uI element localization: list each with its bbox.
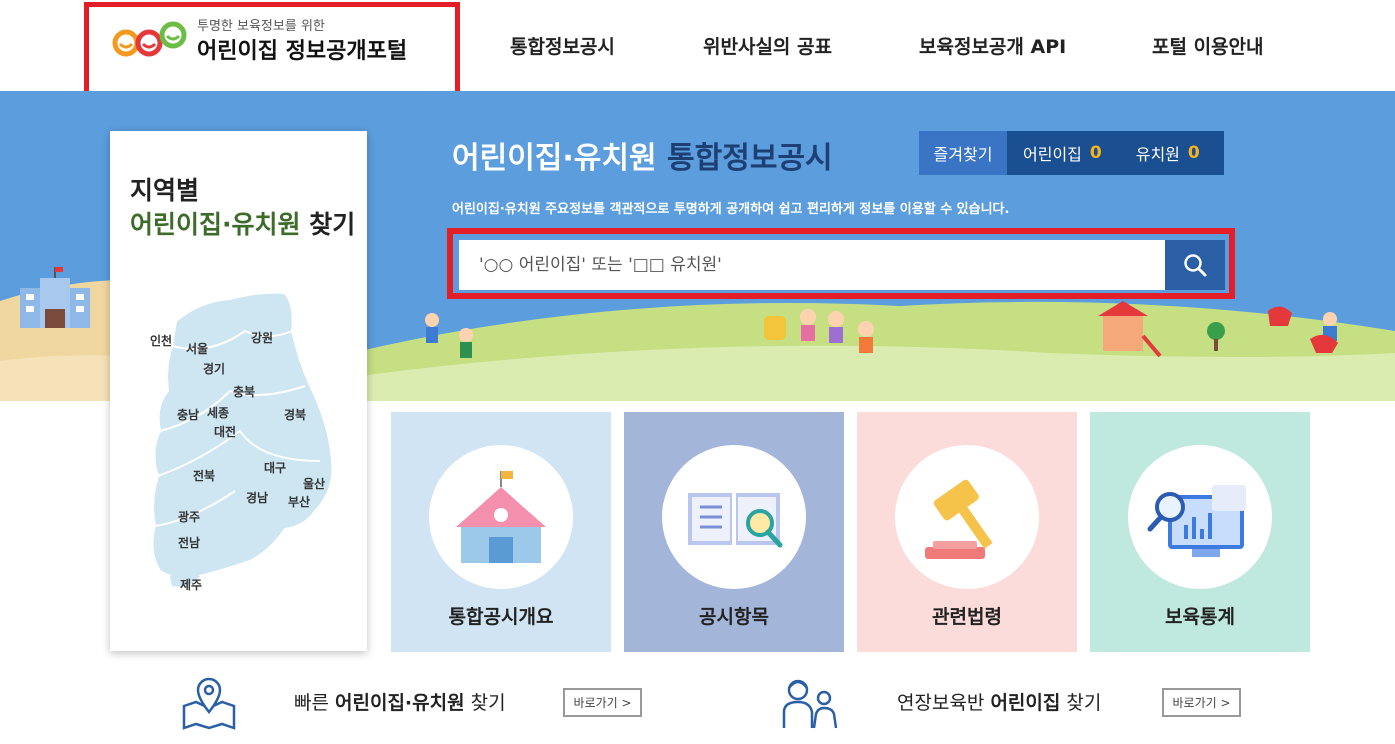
region-daegu[interactable]: 대구 bbox=[264, 459, 286, 476]
region-gyeongnam[interactable]: 경남 bbox=[246, 489, 268, 506]
quick-find-pre: 빠른 bbox=[294, 692, 335, 714]
region-chungbuk[interactable]: 충북 bbox=[233, 383, 255, 400]
open-book-magnifier-icon bbox=[688, 493, 783, 548]
nav-open-api[interactable]: 보육정보공개 API bbox=[919, 32, 1066, 59]
card-disclosure-overview[interactable]: 통합공시개요 bbox=[391, 412, 611, 652]
region-busan[interactable]: 부산 bbox=[288, 493, 310, 510]
card-label: 보육통계 bbox=[1165, 606, 1235, 628]
search-icon bbox=[1184, 254, 1207, 277]
favorites-daycare-label[interactable]: 어린이집 bbox=[1023, 141, 1082, 165]
region-gwangju[interactable]: 광주 bbox=[178, 508, 200, 525]
favorites-kinder-count[interactable]: 0 bbox=[1188, 143, 1200, 163]
favorites-bar: 즐겨찾기 어린이집 0 유치원 0 bbox=[919, 131, 1224, 175]
school-illustration bbox=[20, 267, 90, 328]
region-jeonnam[interactable]: 전남 bbox=[178, 534, 200, 551]
logo-title: 어린이집 정보공개포털 bbox=[197, 39, 408, 64]
card-label: 관련법령 bbox=[932, 606, 1002, 628]
site-header: 투명한 보육정보를 위한 어린이집 정보공개포털 통합정보공시 위반사실의 공표… bbox=[0, 0, 1395, 96]
logo-link[interactable]: 투명한 보육정보를 위한 어린이집 정보공개포털 bbox=[84, 2, 460, 96]
quick-find-label: 빠른 어린이집·유치원 찾기 bbox=[294, 688, 506, 715]
region-incheon[interactable]: 인천 bbox=[150, 332, 172, 349]
gavel-icon bbox=[925, 479, 993, 559]
quick-find-go-button[interactable]: 바로가기 > bbox=[563, 688, 642, 717]
region-daejeon[interactable]: 대전 bbox=[214, 423, 236, 440]
logo-subtitle: 투명한 보육정보를 위한 bbox=[197, 19, 325, 34]
region-ulsan[interactable]: 울산 bbox=[303, 475, 325, 492]
favorites-counts: 어린이집 0 유치원 0 bbox=[1007, 131, 1224, 175]
location-map-icon bbox=[182, 677, 236, 730]
extended-care-post: 찾기 bbox=[1060, 692, 1102, 714]
extended-care-label: 연장보육반 어린이집 찾기 bbox=[897, 688, 1101, 715]
hero-title-main: 어린이집·유치원 bbox=[452, 141, 657, 176]
extended-care-bold: 어린이집 bbox=[990, 692, 1061, 714]
region-gangwon[interactable]: 강원 bbox=[251, 329, 273, 346]
quick-find-post: 찾기 bbox=[464, 692, 506, 714]
region-jeju[interactable]: 제주 bbox=[180, 576, 202, 593]
teacher-child-icon bbox=[782, 679, 838, 729]
school-building-icon bbox=[456, 471, 546, 563]
logo-icon bbox=[112, 21, 187, 57]
region-gyeongbuk[interactable]: 경북 bbox=[284, 406, 306, 423]
statistics-monitor-icon bbox=[1147, 485, 1246, 557]
card-label: 공시항목 bbox=[699, 606, 769, 628]
nav-violation-publication[interactable]: 위반사실의 공표 bbox=[703, 32, 832, 59]
hero-description: 어린이집·유치원 주요정보를 객관적으로 투명하게 공개하여 쉽고 편리하게 정… bbox=[452, 202, 1010, 217]
hero-title: 어린이집·유치원 통합정보공시 bbox=[452, 133, 833, 177]
favorites-kinder-label[interactable]: 유치원 bbox=[1136, 141, 1180, 165]
region-chungnam[interactable]: 충남 bbox=[177, 406, 199, 423]
region-jeonbuk[interactable]: 전북 bbox=[193, 467, 215, 484]
search-input[interactable] bbox=[459, 240, 1165, 290]
quick-find-bold: 어린이집·유치원 bbox=[335, 692, 465, 714]
region-sejong[interactable]: 세종 bbox=[207, 404, 229, 421]
extended-care-pre: 연장보육반 bbox=[897, 692, 991, 714]
card-childcare-statistics[interactable]: 보육통계 bbox=[1090, 412, 1310, 652]
nav-portal-guide[interactable]: 포털 이용안내 bbox=[1152, 32, 1264, 59]
favorites-label[interactable]: 즐겨찾기 bbox=[919, 131, 1007, 175]
card-label: 통합공시개요 bbox=[448, 606, 554, 628]
search-button[interactable] bbox=[1165, 240, 1225, 290]
region-gyeonggi[interactable]: 경기 bbox=[203, 360, 225, 377]
card-related-laws[interactable]: 관련법령 bbox=[857, 412, 1077, 652]
card-disclosure-items[interactable]: 공시항목 bbox=[624, 412, 844, 652]
hero-title-accent: 통합정보공시 bbox=[656, 141, 833, 176]
region-finder-panel: 지역별 어린이집·유치원 찾기 인천 서울 경기 강원 충북 충남 세종 대전 … bbox=[110, 131, 367, 651]
favorites-daycare-count[interactable]: 0 bbox=[1090, 143, 1102, 163]
nav-integrated-disclosure[interactable]: 통합정보공시 bbox=[510, 32, 615, 59]
extended-care-go-button[interactable]: 바로가기 > bbox=[1162, 688, 1241, 717]
region-seoul[interactable]: 서울 bbox=[186, 340, 208, 357]
